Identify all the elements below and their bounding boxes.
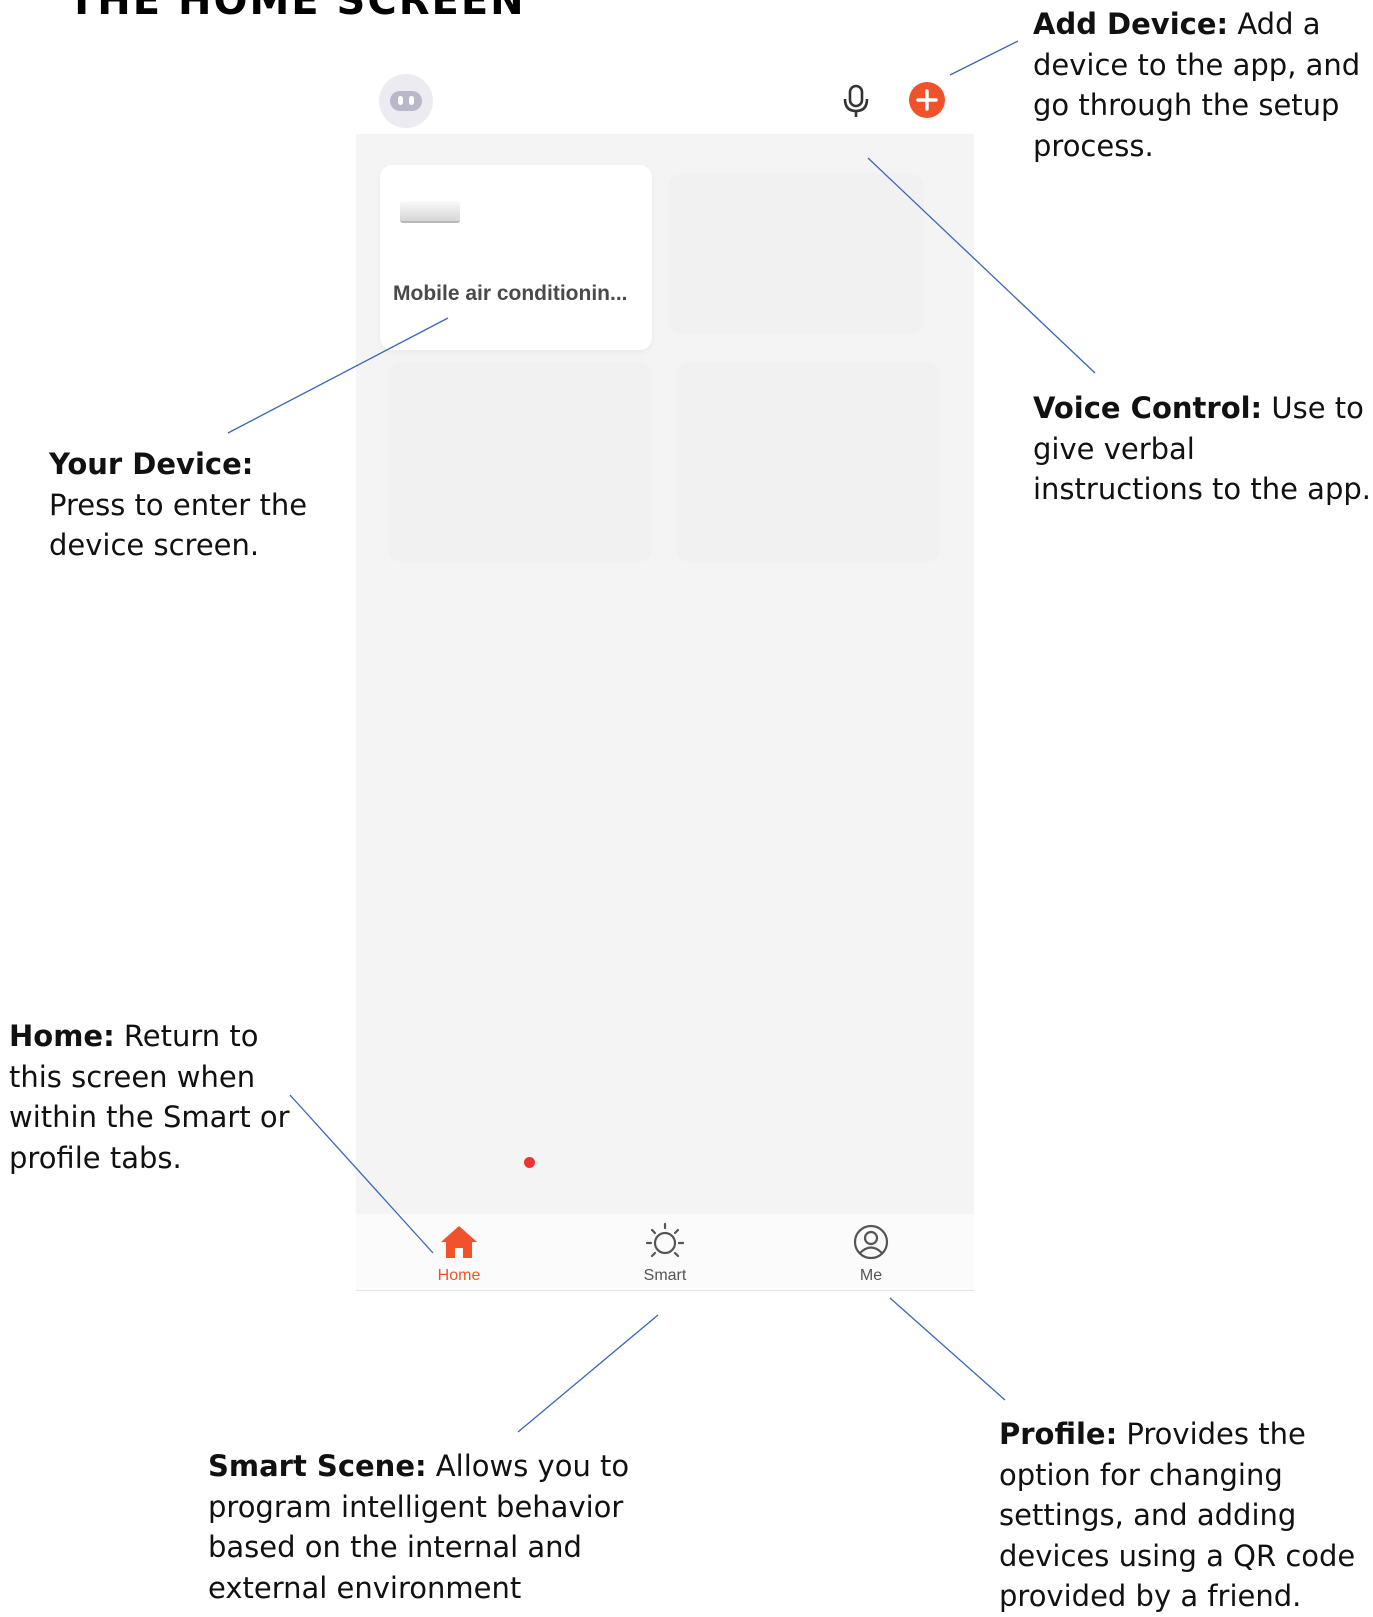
- smart-scene-leader: [517, 1314, 659, 1433]
- sun-icon: [645, 1222, 685, 1258]
- robot-avatar-icon[interactable]: [379, 74, 433, 128]
- placeholder-card: [676, 362, 940, 562]
- tab-smart[interactable]: Smart: [562, 1214, 768, 1290]
- placeholder-card: [668, 174, 924, 334]
- plus-circle-icon[interactable]: [909, 82, 945, 118]
- microphone-icon[interactable]: [840, 84, 872, 118]
- tab-label: Me: [859, 1267, 883, 1284]
- callout-title: Home:: [9, 1019, 115, 1053]
- callout-text: Press to enter the device screen.: [49, 487, 308, 563]
- page-title: THE HOME SCREEN: [68, 0, 526, 24]
- profile-callout: Profile: Provides the option for changin…: [999, 1414, 1371, 1617]
- air-conditioner-icon: [400, 201, 460, 223]
- profile-leader: [889, 1297, 1006, 1401]
- app-screen: Mobile air conditionin... Home Smart Me: [356, 62, 974, 1291]
- smart-scene-callout: Smart Scene: Allows you to program intel…: [208, 1446, 638, 1608]
- home-icon: [441, 1226, 477, 1258]
- top-bar: [356, 62, 974, 134]
- callout-title: Profile:: [999, 1417, 1118, 1451]
- profile-icon: [853, 1224, 889, 1260]
- device-grid: Mobile air conditionin...: [356, 134, 974, 1214]
- tab-home[interactable]: Home: [356, 1214, 562, 1290]
- callout-title: Voice Control:: [1033, 391, 1263, 425]
- device-card[interactable]: Mobile air conditionin...: [380, 165, 652, 350]
- device-name: Mobile air conditionin...: [393, 282, 628, 305]
- home-callout: Home: Return to this screen when within …: [9, 1016, 301, 1178]
- your-device-callout: Your Device: Press to enter the device sc…: [49, 444, 319, 566]
- placeholder-card: [388, 362, 652, 562]
- voice-control-callout: Voice Control: Use to give verbal instru…: [1033, 388, 1373, 510]
- tab-label: Home: [437, 1267, 481, 1284]
- notification-badge: [524, 1157, 535, 1168]
- tab-me[interactable]: Me: [768, 1214, 974, 1290]
- bottom-tab-bar: Home Smart Me: [356, 1214, 974, 1291]
- callout-title: Smart Scene:: [208, 1449, 427, 1483]
- tab-label: Smart: [643, 1267, 687, 1284]
- callout-title: Add Device:: [1033, 7, 1229, 41]
- callout-title: Your Device:: [49, 447, 254, 481]
- add-device-callout: Add Device: Add a device to the app, and…: [1033, 4, 1371, 166]
